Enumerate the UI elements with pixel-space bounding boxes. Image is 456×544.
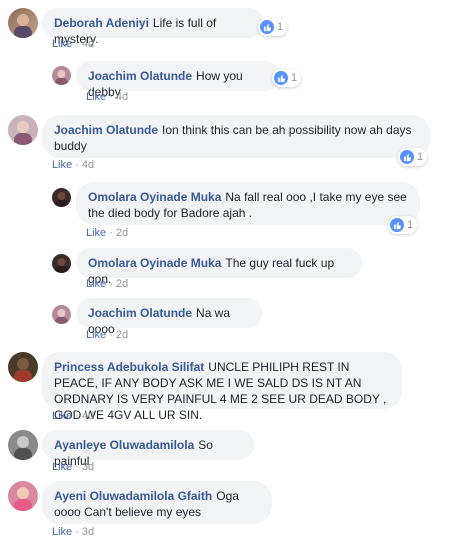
timestamp[interactable]: 4d [82, 410, 94, 422]
timestamp[interactable]: 4d [116, 91, 128, 103]
comment-bubble: Princess Adebukola Silifat UNCLE PHILIPH … [42, 352, 402, 422]
avatar[interactable] [52, 254, 71, 273]
timestamp[interactable]: 4d [82, 159, 94, 171]
comment-meta: Like · 4d [86, 91, 129, 103]
avatar[interactable] [8, 430, 38, 460]
comment-author[interactable]: Omolara Oyinade Muka [88, 256, 221, 270]
like-link[interactable]: Like [86, 278, 106, 290]
like-link[interactable]: Like [86, 329, 106, 341]
like-link[interactable]: Like [86, 91, 106, 103]
thumbs-up-icon [390, 218, 404, 232]
avatar[interactable] [8, 481, 38, 511]
reaction-badge[interactable]: 1 [398, 148, 428, 166]
timestamp[interactable]: 3d [82, 461, 94, 473]
like-link[interactable]: Like [52, 38, 72, 50]
reaction-badge[interactable]: 1 [272, 69, 302, 87]
reaction-count: 1 [407, 219, 414, 231]
reaction-count: 1 [417, 151, 424, 163]
like-link[interactable]: Like [52, 526, 72, 538]
comment-author[interactable]: Ayanleye Oluwadamilola [54, 438, 194, 452]
comment-bubble: Omolara Oyinade Muka The guy real fuck up… [76, 248, 362, 286]
comment-meta: Like · 2d [86, 227, 129, 239]
avatar[interactable] [8, 352, 38, 382]
avatar[interactable] [52, 305, 71, 324]
like-link[interactable]: Like [52, 159, 72, 171]
comment-meta: Like · 2d [86, 278, 129, 290]
comment-meta: Like · 3d [52, 526, 95, 538]
comment-meta: Like · 2d [86, 329, 129, 341]
comment-author[interactable]: Deborah Adeniyi [54, 16, 149, 30]
thumbs-up-icon [400, 150, 414, 164]
comment-bubble: Joachim Olatunde Na wa oooo [76, 298, 262, 336]
comment-meta: Like · 3d [52, 461, 95, 473]
avatar[interactable] [8, 8, 38, 38]
comment-bubble: Deborah Adeniyi Life is full of mystery. [42, 8, 264, 46]
timestamp[interactable]: 3d [82, 526, 94, 538]
timestamp[interactable]: 2d [116, 278, 128, 290]
reaction-count: 1 [277, 21, 284, 33]
timestamp[interactable]: 2d [116, 329, 128, 341]
reaction-count: 1 [291, 72, 298, 84]
comment-bubble: Joachim Olatunde How you debby [76, 61, 280, 99]
like-link[interactable]: Like [86, 227, 106, 239]
comment-author[interactable]: Joachim Olatunde [54, 123, 158, 137]
comment-meta: Like · 4d [52, 410, 95, 422]
comment-author[interactable]: Omolara Oyinade Muka [88, 190, 221, 204]
comment-meta: Like · 4d [52, 38, 95, 50]
timestamp[interactable]: 2d [116, 227, 128, 239]
like-link[interactable]: Like [52, 461, 72, 473]
thumbs-up-icon [274, 71, 288, 85]
thumbs-up-icon [260, 20, 274, 34]
avatar[interactable] [8, 115, 38, 145]
reaction-badge[interactable]: 1 [388, 216, 418, 234]
comment-bubble: Ayeni Oluwadamilola Gfaith Oga oooo Can't… [42, 481, 272, 524]
reaction-badge[interactable]: 1 [258, 18, 288, 36]
comment-author[interactable]: Ayeni Oluwadamilola Gfaith [54, 489, 212, 503]
avatar[interactable] [52, 66, 71, 85]
comment-author[interactable]: Joachim Olatunde [88, 69, 192, 83]
comment-author[interactable]: Joachim Olatunde [88, 306, 192, 320]
comment-author[interactable]: Princess Adebukola Silifat [54, 360, 204, 374]
comment-bubble: Ayanleye Oluwadamilola So painful [42, 430, 254, 468]
comment-bubble: Joachim Olatunde Ion think this can be ah… [42, 115, 430, 158]
comment-bubble: Omolara Oyinade Muka Na fall real ooo ,I … [76, 182, 420, 225]
like-link[interactable]: Like [52, 410, 72, 422]
timestamp[interactable]: 4d [82, 38, 94, 50]
comment-meta: Like · 4d [52, 159, 95, 171]
avatar[interactable] [52, 188, 71, 207]
